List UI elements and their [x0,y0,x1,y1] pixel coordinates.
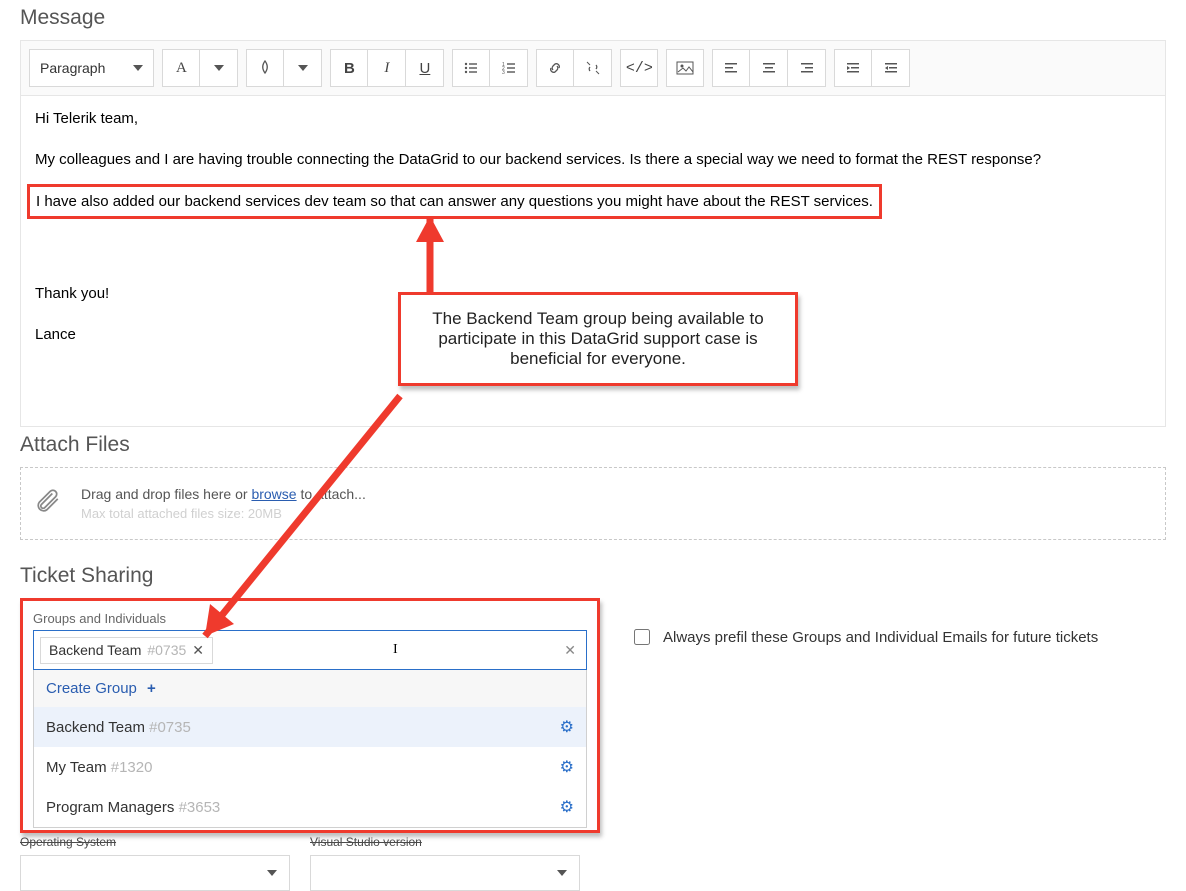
selected-tag[interactable]: Backend Team #0735 ✕ [40,637,213,664]
groups-input[interactable]: Backend Team #0735 ✕ I ✕ [33,630,587,670]
os-select[interactable] [20,855,290,891]
unlink-button[interactable] [574,49,612,87]
font-color-dropdown[interactable] [200,49,238,87]
font-color-button[interactable]: A [162,49,200,87]
prefill-checkbox[interactable] [634,629,650,645]
remove-tag-icon[interactable]: ✕ [192,642,204,659]
paragraph-format-label: Paragraph [40,60,105,76]
chevron-down-icon [267,870,277,876]
groups-dropdown: Create Group + Backend Team #0735 ⚙ My T… [33,670,587,828]
browse-link[interactable]: browse [251,486,296,502]
message-line: Hi Telerik team, [35,108,1151,129]
group-option[interactable]: Backend Team #0735 ⚙ [34,707,586,747]
underline-button[interactable]: U [406,49,444,87]
group-option[interactable]: Program Managers #3653 ⚙ [34,787,586,827]
paragraph-format-select[interactable]: Paragraph [29,49,154,87]
chevron-down-icon [557,870,567,876]
create-group-option[interactable]: Create Group + [34,670,586,707]
vs-label: Visual Studio version [310,835,580,849]
bold-button[interactable]: B [330,49,368,87]
text-cursor-icon: I [393,642,398,658]
prefill-checkbox-row[interactable]: Always prefil these Groups and Individua… [630,626,1098,648]
dropzone-subtext: Max total attached files size: 20MB [81,506,366,521]
attach-files-heading: Attach Files [20,433,1166,457]
os-label: Operating System [20,835,290,849]
indent-button[interactable] [834,49,872,87]
italic-button[interactable]: I [368,49,406,87]
vs-select[interactable] [310,855,580,891]
group-option[interactable]: My Team #1320 ⚙ [34,747,586,787]
annotation-callout: The Backend Team group being available t… [398,292,798,386]
highlight-button[interactable] [246,49,284,87]
code-button[interactable]: </> [620,49,658,87]
highlight-dropdown[interactable] [284,49,322,87]
gear-icon[interactable]: ⚙ [560,757,574,777]
plus-icon: + [143,680,156,697]
dropzone-text: Drag and drop files here or browse to at… [81,486,366,502]
numbered-list-button[interactable]: 123 [490,49,528,87]
paperclip-icon [35,486,61,521]
align-center-button[interactable] [750,49,788,87]
groups-individuals-label: Groups and Individuals [33,611,587,626]
ticket-sharing-panel: Groups and Individuals Backend Team #073… [20,598,600,833]
prefill-label: Always prefil these Groups and Individua… [663,629,1098,646]
svg-text:3: 3 [502,70,505,76]
align-right-button[interactable] [788,49,826,87]
link-button[interactable] [536,49,574,87]
outdent-button[interactable] [872,49,910,87]
message-line: My colleagues and I are having trouble c… [35,149,1151,170]
align-left-button[interactable] [712,49,750,87]
message-heading: Message [20,6,1166,30]
ticket-sharing-heading: Ticket Sharing [20,564,1166,588]
image-button[interactable] [666,49,704,87]
gear-icon[interactable]: ⚙ [560,717,574,737]
bullet-list-button[interactable] [452,49,490,87]
file-dropzone[interactable]: Drag and drop files here or browse to at… [20,467,1166,540]
editor-toolbar: Paragraph A B I U [21,41,1165,96]
chevron-down-icon [133,65,143,71]
clear-input-icon[interactable]: ✕ [564,642,576,659]
gear-icon[interactable]: ⚙ [560,797,574,817]
highlighted-sentence: I have also added our backend services d… [27,184,882,219]
